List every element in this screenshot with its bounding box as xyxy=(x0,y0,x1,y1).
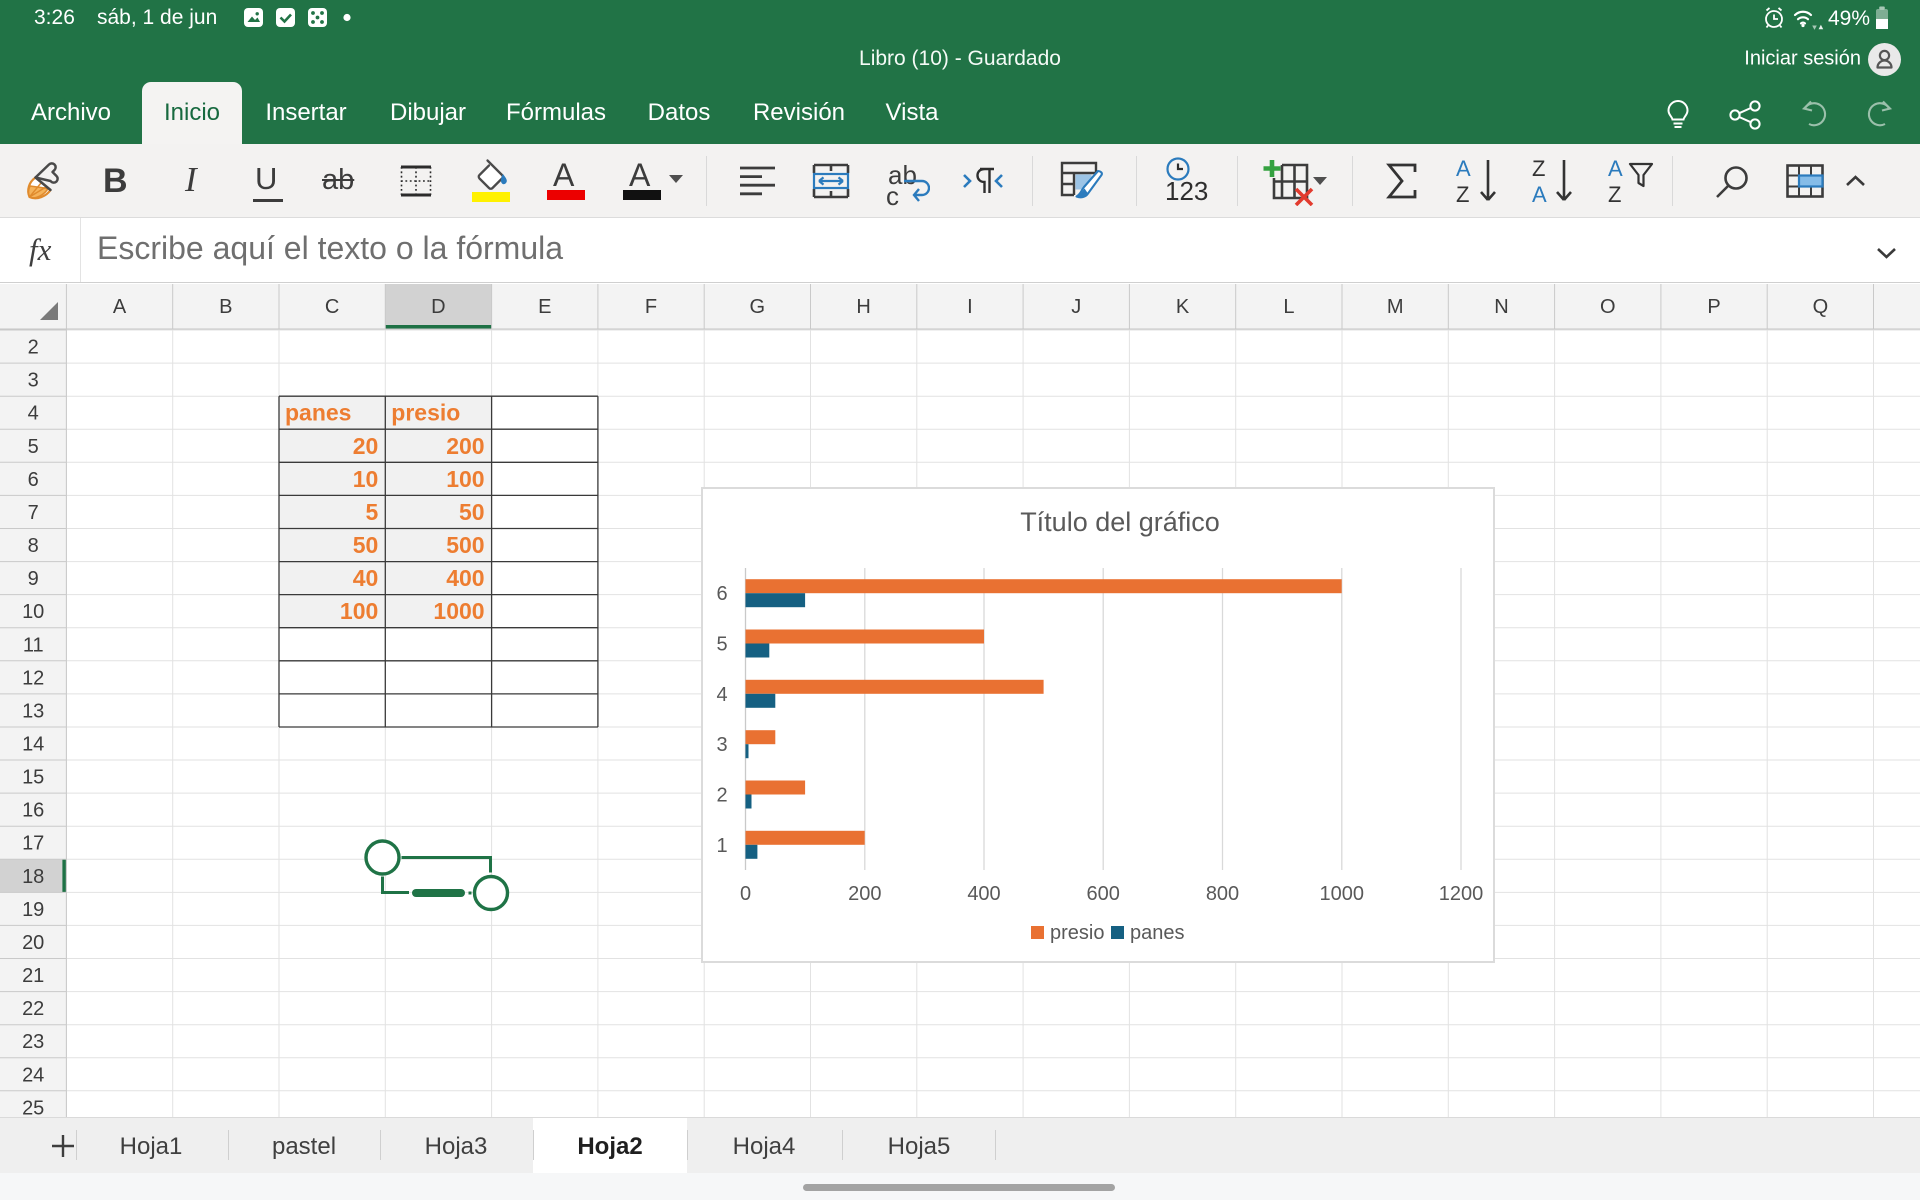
svg-text:B: B xyxy=(219,296,232,318)
svg-text:Q: Q xyxy=(1813,296,1829,318)
svg-text:I: I xyxy=(967,296,973,318)
svg-text:A: A xyxy=(1608,158,1623,181)
svg-text:presio: presio xyxy=(391,400,460,426)
svg-text:500: 500 xyxy=(446,532,484,558)
svg-text:40: 40 xyxy=(353,565,379,591)
svg-text:10: 10 xyxy=(353,466,379,492)
svg-text:1000: 1000 xyxy=(1320,883,1365,905)
svg-text:4: 4 xyxy=(28,403,39,425)
svg-text:17: 17 xyxy=(22,833,44,855)
svg-text:Z: Z xyxy=(1532,158,1545,181)
svg-text:J: J xyxy=(1071,296,1081,318)
svg-text:22: 22 xyxy=(22,998,44,1020)
svg-text:49%: 49% xyxy=(1828,7,1870,30)
svg-text:Z: Z xyxy=(1608,182,1621,204)
svg-text:6: 6 xyxy=(28,469,39,491)
svg-text:12: 12 xyxy=(22,667,44,689)
svg-text:16: 16 xyxy=(22,800,44,822)
svg-text:15: 15 xyxy=(22,767,44,789)
svg-text:G: G xyxy=(750,296,766,318)
svg-text:0: 0 xyxy=(740,883,751,905)
svg-text:Título del gráfico: Título del gráfico xyxy=(1020,507,1220,537)
svg-text:600: 600 xyxy=(1087,883,1120,905)
svg-text:25: 25 xyxy=(22,1097,44,1117)
svg-text:A: A xyxy=(1456,158,1471,181)
svg-text:3: 3 xyxy=(716,734,727,756)
svg-text:400: 400 xyxy=(446,565,484,591)
svg-text:5: 5 xyxy=(716,634,727,656)
svg-text:11: 11 xyxy=(23,634,44,656)
svg-text:A: A xyxy=(1532,182,1547,204)
svg-text:400: 400 xyxy=(967,883,1000,905)
svg-text:1000: 1000 xyxy=(433,598,484,624)
svg-text:N: N xyxy=(1494,296,1508,318)
svg-text:21: 21 xyxy=(22,965,44,987)
svg-text:1200: 1200 xyxy=(1439,883,1484,905)
svg-text:6: 6 xyxy=(716,583,727,605)
svg-text:9: 9 xyxy=(28,568,39,590)
svg-text:2: 2 xyxy=(28,337,39,359)
svg-text:K: K xyxy=(1176,296,1190,318)
svg-text:5: 5 xyxy=(366,499,379,525)
svg-text:4: 4 xyxy=(716,684,727,706)
svg-text:50: 50 xyxy=(459,499,485,525)
svg-text:24: 24 xyxy=(22,1064,44,1086)
svg-text:200: 200 xyxy=(446,433,484,459)
svg-text:123: 123 xyxy=(1165,176,1208,206)
svg-text:20: 20 xyxy=(22,932,44,954)
svg-text:3: 3 xyxy=(28,370,39,392)
svg-text:C: C xyxy=(325,296,339,318)
svg-text:H: H xyxy=(856,296,870,318)
svg-text:panes: panes xyxy=(1130,922,1185,944)
svg-text:D: D xyxy=(431,296,445,318)
svg-text:100: 100 xyxy=(340,598,378,624)
svg-text:19: 19 xyxy=(22,899,44,921)
svg-text:A: A xyxy=(113,296,127,318)
svg-text:10: 10 xyxy=(22,601,44,623)
svg-text:Z: Z xyxy=(1456,182,1469,204)
svg-text:18: 18 xyxy=(22,866,44,888)
svg-text:F: F xyxy=(645,296,657,318)
svg-text:50: 50 xyxy=(353,532,379,558)
svg-text:20: 20 xyxy=(353,433,379,459)
svg-text:panes: panes xyxy=(285,400,351,426)
svg-text:P: P xyxy=(1707,296,1720,318)
svg-text:presio: presio xyxy=(1050,922,1104,944)
svg-text:13: 13 xyxy=(22,700,44,722)
svg-text:5: 5 xyxy=(28,436,39,458)
svg-text:8: 8 xyxy=(28,535,39,557)
svg-text:14: 14 xyxy=(22,734,44,756)
svg-text:800: 800 xyxy=(1206,883,1239,905)
svg-text:L: L xyxy=(1283,296,1294,318)
svg-text:100: 100 xyxy=(446,466,484,492)
svg-text:M: M xyxy=(1387,296,1404,318)
svg-text:O: O xyxy=(1600,296,1616,318)
svg-text:2: 2 xyxy=(716,785,727,807)
svg-text:23: 23 xyxy=(22,1031,44,1053)
svg-text:7: 7 xyxy=(28,502,39,524)
svg-text:1: 1 xyxy=(716,835,727,857)
svg-text:E: E xyxy=(538,296,551,318)
svg-text:200: 200 xyxy=(848,883,881,905)
